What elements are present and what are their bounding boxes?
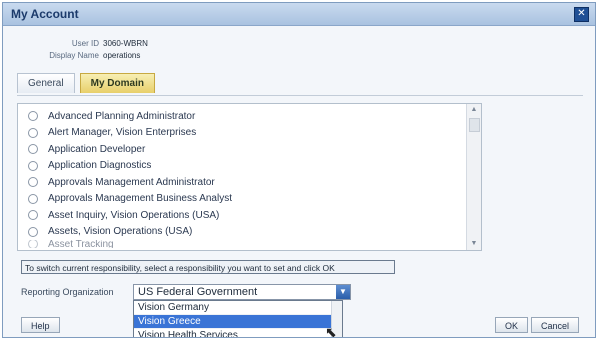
close-icon[interactable]: ✕ [574,7,589,22]
tab-bar: General My Domain [17,73,157,95]
radio-button[interactable] [28,177,38,188]
list-item[interactable]: Application Diagnostics [18,158,481,175]
radio-button[interactable] [28,144,38,155]
cancel-button[interactable]: Cancel [531,317,580,333]
list-scrollbar[interactable]: ▲ ▼ [466,104,481,250]
ok-button[interactable]: OK [495,317,529,333]
list-item[interactable]: Alert Manager, Vision Enterprises [18,125,481,142]
reporting-organization-select[interactable]: US Federal Government ▼ [133,284,351,300]
responsibility-label: Alert Manager, Vision Enterprises [48,127,197,139]
list-item[interactable]: Approvals Management Business Analyst [18,191,481,208]
user-id-value: 3060-WBRN [103,39,148,48]
display-name-value: operations [103,51,141,60]
display-name-row: Display Name operations [3,51,140,63]
user-id-label: User ID [71,39,99,48]
radio-button[interactable] [28,160,38,171]
list-item[interactable]: Asset Inquiry, Vision Operations (USA) [18,207,481,224]
user-id-row: User ID 3060-WBRN [3,39,148,51]
my-account-dialog: My Account ✕ User ID 3060-WBRN Display N… [2,2,596,338]
responsibility-list-panel: Advanced Planning Administrator Alert Ma… [17,103,482,251]
radio-button[interactable] [28,127,38,138]
reporting-organization-label: Reporting Organization [21,287,114,297]
responsibility-label: Advanced Planning Administrator [48,110,196,122]
display-name-label: Display Name [49,51,99,60]
tab-my-domain[interactable]: My Domain [79,73,155,93]
help-button[interactable]: Help [21,317,60,333]
dropdown-option-highlighted[interactable]: Vision Greece [134,315,342,329]
title-bar: My Account ✕ [3,3,595,26]
account-info: User ID 3060-WBRN Display Name operation… [3,39,148,63]
scroll-down-icon[interactable]: ▼ [467,238,481,250]
scroll-thumb[interactable] [469,118,480,132]
responsibility-label: Approvals Management Administrator [48,176,215,188]
responsibility-label: Application Developer [48,143,146,155]
instruction-text: To switch current responsibility, select… [21,260,395,274]
responsibility-label: Assets, Vision Operations (USA) [48,226,193,238]
mouse-cursor-icon: ⬉ [325,324,337,338]
list-item[interactable]: Advanced Planning Administrator [18,108,481,125]
responsibility-label: Application Diagnostics [48,160,152,172]
list-item[interactable]: Assets, Vision Operations (USA) [18,224,481,241]
responsibility-label: Asset Inquiry, Vision Operations (USA) [48,209,220,221]
dialog-title: My Account [11,7,79,21]
responsibility-label: Approvals Management Business Analyst [48,193,232,205]
responsibility-label: Asset Tracking [48,240,114,248]
list-item[interactable]: Approvals Management Administrator [18,174,481,191]
radio-button[interactable] [28,111,38,122]
radio-button[interactable] [28,193,38,204]
radio-button[interactable] [28,226,38,237]
list-item[interactable]: Asset Tracking [18,240,481,248]
dropdown-option[interactable]: Vision Health Services [134,329,342,337]
tab-general[interactable]: General [17,73,75,93]
chevron-down-icon[interactable]: ▼ [336,285,350,299]
radio-button[interactable] [28,240,38,248]
radio-button[interactable] [28,210,38,221]
responsibility-list: Advanced Planning Administrator Alert Ma… [18,104,481,248]
tab-divider [17,95,583,96]
list-item[interactable]: Application Developer [18,141,481,158]
selected-organization: US Federal Government [138,286,258,298]
organization-dropdown-list: Vision Germany Vision Greece Vision Heal… [133,300,343,337]
scroll-up-icon[interactable]: ▲ [467,104,481,116]
dropdown-option[interactable]: Vision Germany [134,301,342,315]
